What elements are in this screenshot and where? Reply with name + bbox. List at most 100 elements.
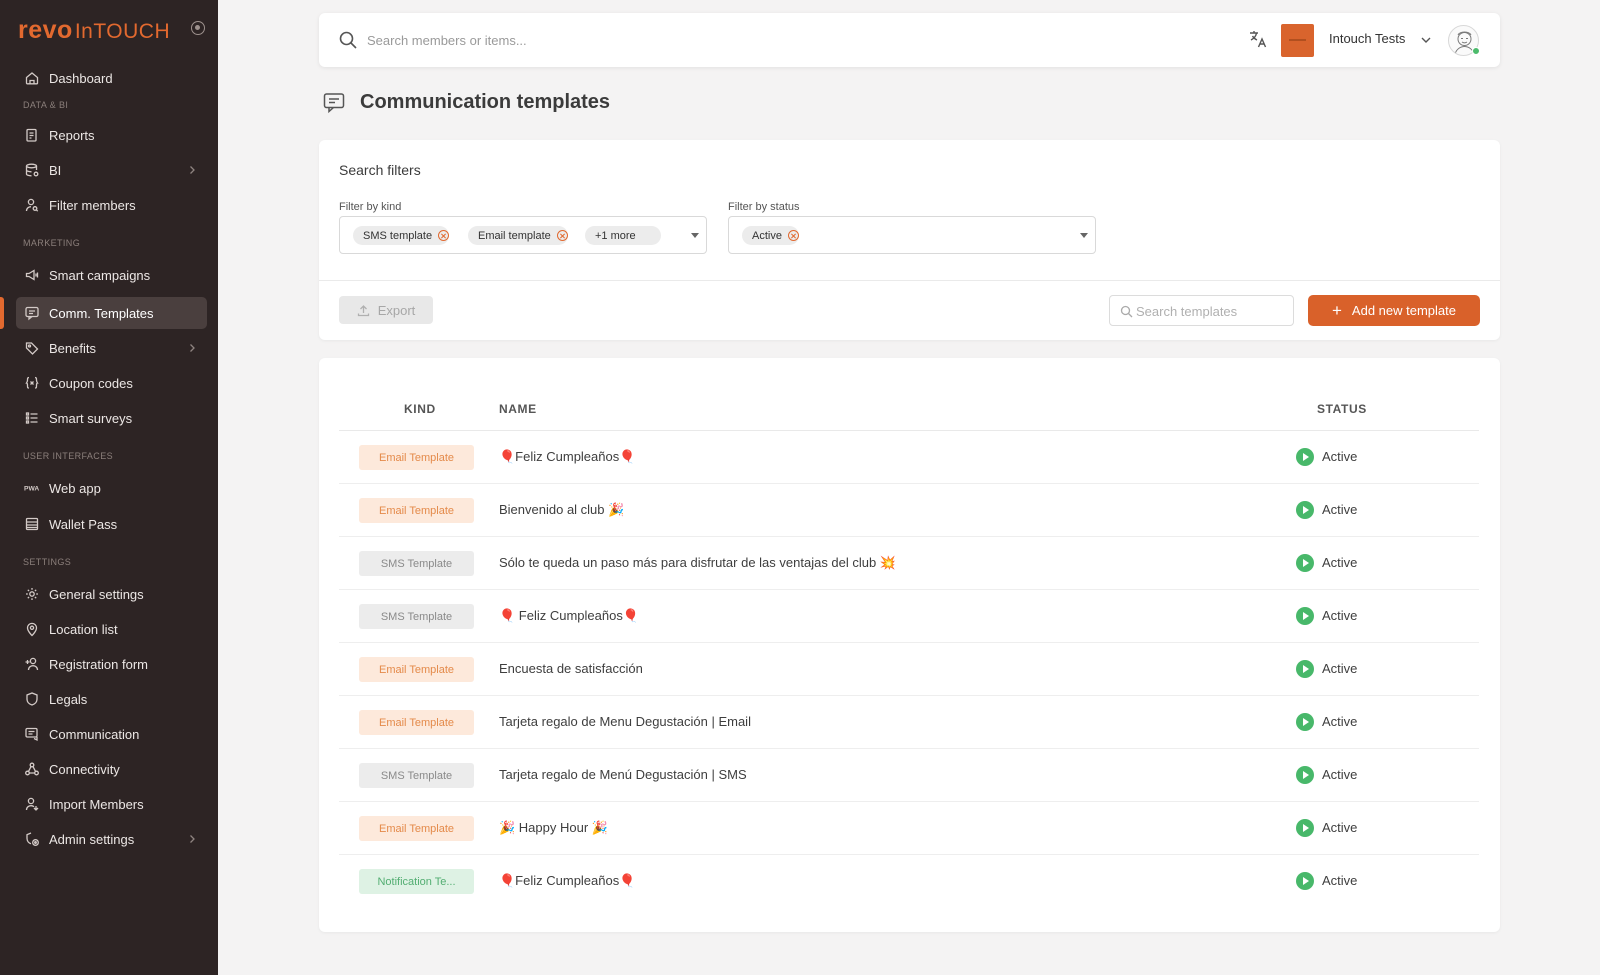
template-name[interactable]: 🎈Feliz Cumpleaños🎈 — [499, 449, 635, 465]
sidebar-item-registration-form[interactable]: Registration form — [16, 648, 207, 680]
sidebar-item-wallet-pass[interactable]: Wallet Pass — [16, 508, 207, 540]
template-name[interactable]: Sólo te queda un paso más para disfrutar… — [499, 555, 896, 571]
sidebar-item-label: General settings — [49, 586, 144, 602]
play-status-icon — [1296, 713, 1314, 731]
sidebar-item-label: Legals — [49, 691, 88, 707]
braces-icon — [24, 375, 40, 391]
sidebar-item-legals[interactable]: Legals — [16, 683, 207, 715]
chevron-right-icon — [190, 166, 195, 174]
add-new-template-button[interactable]: + Add new template — [1308, 295, 1480, 326]
column-header-name[interactable]: NAME — [499, 402, 537, 416]
sidebar-item-benefits[interactable]: Benefits — [16, 332, 207, 364]
sidebar-item-bi[interactable]: BI — [16, 154, 207, 186]
status-text: Active — [1322, 820, 1358, 835]
table-row[interactable]: Email Template 🎉 Happy Hour 🎉 Active — [339, 802, 1479, 855]
table-row[interactable]: Notification Te... 🎈Feliz Cumpleaños🎈 Ac… — [339, 855, 1479, 908]
shield-icon — [24, 691, 40, 707]
sidebar-item-smart-campaigns[interactable]: Smart campaigns — [16, 259, 207, 291]
export-button[interactable]: Export — [339, 296, 433, 324]
megaphone-icon — [24, 267, 40, 283]
table-row[interactable]: SMS Template 🎈 Feliz Cumpleaños🎈 Active — [339, 590, 1479, 643]
template-name[interactable]: Bienvenido al club 🎉 — [499, 502, 624, 518]
table-row[interactable]: Email Template Encuesta de satisfacción … — [339, 643, 1479, 696]
organization-logo[interactable] — [1281, 24, 1314, 57]
sidebar-item-import-members[interactable]: Import Members — [16, 788, 207, 820]
filter-kind-select[interactable]: SMS template Email template +1 more — [339, 216, 707, 254]
kind-badge: Notification Te... — [359, 869, 474, 894]
sidebar-item-dashboard[interactable]: Dashboard — [16, 62, 207, 94]
column-header-kind[interactable]: KIND — [404, 402, 436, 416]
sidebar-item-admin-settings[interactable]: Admin settings — [16, 823, 207, 855]
pwa-icon: PWA — [24, 480, 40, 496]
filter-chip-more[interactable]: +1 more — [585, 226, 661, 245]
sidebar-item-label: Wallet Pass — [49, 516, 118, 532]
sidebar-item-web-app[interactable]: PWA Web app — [16, 472, 207, 504]
template-name[interactable]: 🎉 Happy Hour 🎉 — [499, 820, 608, 836]
template-name[interactable]: Tarjeta regalo de Menú Degustación | SMS — [499, 767, 747, 782]
brand-logo-intouch: InTOUCH — [74, 20, 171, 43]
sidebar-item-connectivity[interactable]: Connectivity — [16, 753, 207, 785]
sidebar-item-comm-templates[interactable]: Comm. Templates — [16, 297, 207, 329]
search-filters-card: Search filters Filter by kind SMS templa… — [319, 140, 1500, 340]
table-row[interactable]: SMS Template Sólo te queda un paso más p… — [339, 537, 1479, 590]
filter-chip-email[interactable]: Email template — [468, 226, 568, 245]
top-bar: Intouch Tests — [319, 13, 1500, 67]
divider — [319, 280, 1500, 281]
filters-title: Search filters — [339, 162, 421, 178]
sidebar-item-general-settings[interactable]: General settings — [16, 578, 207, 610]
sidebar-item-location-list[interactable]: Location list — [16, 613, 207, 645]
play-status-icon — [1296, 872, 1314, 890]
chip-label: Active — [752, 229, 782, 242]
collapse-sidebar-icon[interactable] — [191, 21, 205, 35]
remove-chip-icon[interactable] — [787, 230, 799, 241]
dropdown-caret-icon[interactable] — [691, 233, 699, 238]
remove-chip-icon[interactable] — [438, 230, 450, 241]
user-plus-icon — [24, 656, 40, 672]
template-search[interactable] — [1109, 295, 1294, 326]
sidebar-item-communication[interactable]: Communication — [16, 718, 207, 750]
status-text: Active — [1322, 449, 1358, 464]
template-search-input[interactable] — [1136, 302, 1286, 320]
filter-status-select[interactable]: Active — [728, 216, 1096, 254]
table-row[interactable]: SMS Template Tarjeta regalo de Menú Degu… — [339, 749, 1479, 802]
chip-label: Email template — [478, 229, 551, 242]
sidebar-item-filter-members[interactable]: Filter members — [16, 189, 207, 221]
sidebar-item-label: Admin settings — [49, 831, 135, 847]
sidebar-item-coupon-codes[interactable]: Coupon codes — [16, 367, 207, 399]
column-header-status[interactable]: STATUS — [1317, 402, 1367, 416]
dropdown-caret-icon[interactable] — [1080, 233, 1088, 238]
brand-logo[interactable]: revo InTOUCH — [18, 16, 171, 44]
remove-chip-icon[interactable] — [556, 230, 568, 241]
admin-icon — [24, 831, 40, 847]
global-search-input[interactable] — [367, 29, 867, 51]
sidebar-item-label: Communication — [49, 726, 140, 742]
sidebar-item-label: Dashboard — [49, 70, 113, 86]
status-text: Active — [1322, 714, 1358, 729]
filter-chip-sms[interactable]: SMS template — [353, 226, 450, 245]
template-name[interactable]: 🎈Feliz Cumpleaños🎈 — [499, 873, 635, 889]
template-name[interactable]: Tarjeta regalo de Menu Degustación | Ema… — [499, 714, 751, 729]
table-row[interactable]: Email Template Tarjeta regalo de Menu De… — [339, 696, 1479, 749]
sidebar-item-label: Web app — [49, 480, 101, 496]
section-data-bi: DATA & BI — [23, 100, 69, 110]
filter-chip-active[interactable]: Active — [742, 226, 799, 245]
template-name[interactable]: 🎈 Feliz Cumpleaños🎈 — [499, 608, 639, 624]
search-icon — [339, 31, 357, 49]
home-icon — [24, 70, 40, 86]
sidebar-item-reports[interactable]: Reports — [16, 119, 207, 151]
kind-badge: Email Template — [359, 710, 474, 735]
sidebar-item-smart-surveys[interactable]: Smart surveys — [16, 402, 207, 434]
table-row[interactable]: Email Template Bienvenido al club 🎉 Acti… — [339, 484, 1479, 537]
status-text: Active — [1322, 661, 1358, 676]
communication-icon — [24, 726, 40, 742]
template-name[interactable]: Encuesta de satisfacción — [499, 661, 643, 676]
sidebar-item-label: Reports — [49, 127, 95, 143]
templates-table: KIND NAME STATUS Email Template 🎈Feliz C… — [319, 358, 1500, 932]
translate-icon[interactable] — [1247, 28, 1269, 50]
table-row[interactable]: Email Template 🎈Feliz Cumpleaños🎈 Active — [339, 431, 1479, 484]
organization-name[interactable]: Intouch Tests — [1329, 31, 1405, 46]
chip-label: SMS template — [363, 229, 433, 242]
page-title: Communication templates — [360, 91, 611, 113]
chevron-down-icon[interactable] — [1419, 33, 1433, 47]
play-status-icon — [1296, 766, 1314, 784]
